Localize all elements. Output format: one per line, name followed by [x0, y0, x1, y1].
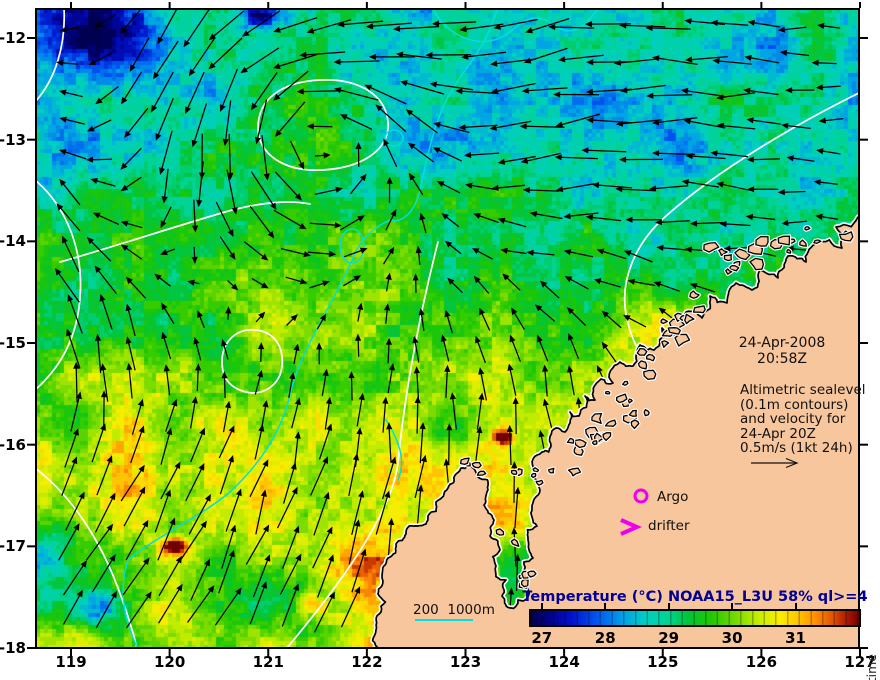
x-tick-label: 124 — [548, 653, 580, 671]
argo-legend-label: Argo — [657, 489, 689, 505]
x-tick-label: 125 — [647, 653, 679, 671]
altimetric-note: Altimetric sealevel (0.1m contours) and ve… — [740, 383, 866, 456]
altimetric-note-line: 24-Apr 20Z — [740, 425, 816, 442]
colorbar-tick — [731, 603, 734, 609]
drifter-legend-label: drifter — [648, 518, 690, 534]
altimetric-note-line: (0.1m contours) — [740, 396, 849, 413]
x-tick-label: 121 — [252, 653, 284, 671]
altimetric-note-line: Altimetric sealevel — [740, 382, 866, 398]
y-tick-label: -17 — [0, 537, 26, 556]
colorbar-tick-label: 31 — [785, 629, 806, 647]
sst-map-figure: 24-Apr-2008 20:58Z Altimetric sealevel (0… — [0, 0, 880, 680]
bathymetry-contours — [122, 10, 599, 647]
x-tick-label: 122 — [351, 653, 383, 671]
colorbar-tick-label: 27 — [531, 629, 553, 647]
colorbar-title: Temperature (°C) NOAA15_L3U 58% ql>=4 — [522, 589, 868, 605]
y-tick-label: -14 — [0, 232, 26, 251]
x-tick-label: 119 — [55, 653, 87, 671]
x-tick-label: 123 — [449, 653, 482, 671]
y-tick-label: -12 — [0, 29, 26, 47]
y-tick-label: -18 — [0, 639, 26, 658]
colorbar-tick — [667, 603, 670, 609]
colorbar-tick — [794, 603, 797, 609]
x-tick-label: 120 — [153, 653, 186, 671]
colorbar-tick-label: 28 — [594, 629, 616, 647]
bathymetry-legend-label: 200 1000m — [413, 602, 495, 618]
bathymetry-legend-line — [415, 619, 473, 621]
colorbar — [529, 609, 861, 627]
x-tick-label: 126 — [745, 653, 778, 671]
y-tick-label: -13 — [0, 130, 26, 149]
y-tick-label: -16 — [0, 435, 26, 454]
colorbar-segments — [531, 611, 859, 625]
altimetric-note-line: 0.5m/s (1kt 24h) — [740, 440, 853, 457]
colorbar-tick — [540, 603, 543, 609]
y-tick-label: -15 — [0, 334, 26, 352]
altimetric-note-line: and velocity for — [740, 411, 846, 428]
colorbar-tick — [604, 603, 607, 609]
map-datetime-line2: 20:58Z — [757, 351, 807, 367]
map-datetime-line1: 24-Apr-2008 — [738, 335, 826, 351]
imos-watermark: © IMOS 05-Apr-2015 00:16:46 Hobart time — [864, 654, 879, 680]
colorbar-tick-label: 30 — [721, 629, 743, 647]
colorbar-tick-label: 29 — [658, 629, 680, 647]
